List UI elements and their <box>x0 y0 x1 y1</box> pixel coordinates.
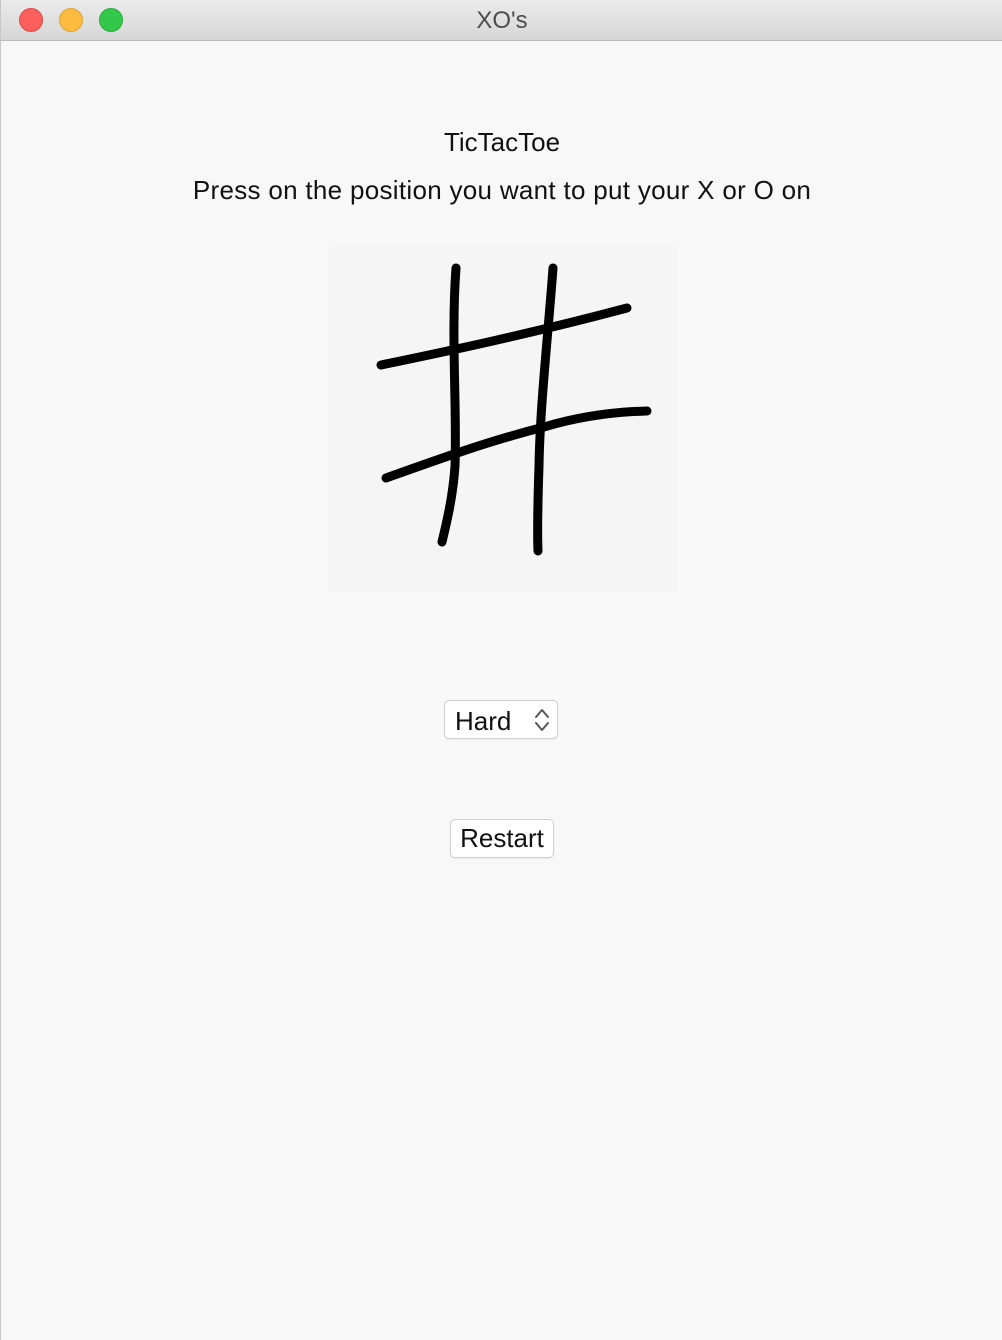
board-cell-5[interactable] <box>445 361 561 476</box>
instructions-text: Press on the position you want to put yo… <box>192 175 812 205</box>
app-window: XO's TicTacToe Press on the position you… <box>0 0 1002 1340</box>
restart-button[interactable]: Restart <box>450 819 554 858</box>
board-cell-9[interactable] <box>561 476 677 591</box>
difficulty-selected-value: Hard <box>455 706 512 736</box>
difficulty-select[interactable]: Hard <box>444 700 558 739</box>
page-title: TicTacToe <box>443 127 561 157</box>
board-cell-3[interactable] <box>561 246 677 361</box>
board-cell-1[interactable] <box>329 246 445 361</box>
board-cell-7[interactable] <box>329 476 445 591</box>
board-cell-2[interactable] <box>445 246 561 361</box>
board-cell-8[interactable] <box>445 476 561 591</box>
tictactoe-board[interactable] <box>329 246 677 592</box>
board-cell-4[interactable] <box>329 361 445 476</box>
window-title: XO's <box>476 7 528 34</box>
up-down-chevron-icon <box>533 706 551 734</box>
title-bar[interactable]: XO's <box>1 0 1002 41</box>
board-cell-6[interactable] <box>561 361 677 476</box>
